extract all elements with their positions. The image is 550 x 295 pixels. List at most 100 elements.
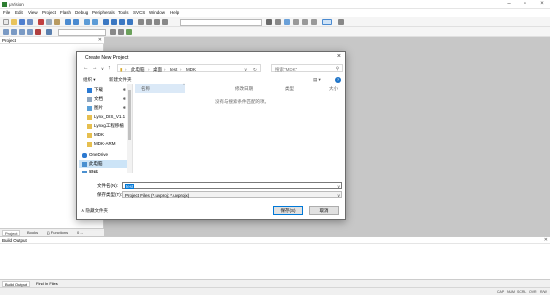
dropdown-icon[interactable]: ∨ — [244, 67, 247, 73]
uncomment-icon[interactable] — [162, 19, 168, 25]
open-file-icon[interactable] — [11, 19, 17, 25]
unindent-icon[interactable] — [146, 19, 152, 25]
column-type[interactable]: 类型 — [285, 86, 294, 92]
help-icon[interactable]: ? — [335, 77, 341, 83]
target-options-icon[interactable] — [110, 29, 116, 35]
comment-icon[interactable] — [154, 19, 160, 25]
stop-build-icon[interactable] — [35, 29, 41, 35]
navigate-forward-icon[interactable] — [92, 19, 98, 25]
find-in-files-icon[interactable] — [266, 19, 272, 25]
rebuild-icon[interactable] — [19, 29, 25, 35]
savetype-select[interactable]: Project Files (*.uvproj; *.uvprojx) ∨ — [122, 191, 342, 198]
incremental-find-icon[interactable] — [275, 19, 281, 25]
back-arrow-icon[interactable]: ← — [83, 65, 89, 71]
menu-edit[interactable]: Edit — [15, 10, 23, 15]
enable-breakpoint-icon[interactable] — [302, 19, 308, 25]
prev-bookmark-icon[interactable] — [111, 19, 117, 25]
menu-view[interactable]: View — [28, 10, 38, 15]
next-bookmark-icon[interactable] — [119, 19, 125, 25]
indent-icon[interactable] — [138, 19, 144, 25]
menu-svcs[interactable]: SVCS — [133, 10, 145, 15]
folder-icon: ▮ — [120, 66, 123, 72]
menu-debug[interactable]: Debug — [75, 10, 88, 15]
configure-icon[interactable] — [338, 19, 344, 25]
column-size[interactable]: 大小 — [329, 86, 338, 92]
navigate-back-icon[interactable] — [84, 19, 90, 25]
nav-scrollbar[interactable] — [127, 84, 132, 173]
close-icon[interactable]: × — [535, 0, 549, 9]
undo-icon[interactable] — [65, 19, 71, 25]
insert-breakpoint-icon[interactable] — [293, 19, 299, 25]
target-select[interactable] — [58, 28, 106, 36]
nav-item-lynxg[interactable]: Lynxg工程移植 — [79, 122, 129, 130]
window-layout-icon[interactable] — [322, 19, 332, 25]
document-icon — [87, 96, 92, 102]
nav-item-onedrive[interactable]: OneDrive — [79, 151, 129, 159]
breadcrumb-pc[interactable]: 此电脑 — [131, 67, 145, 73]
nav-item-this-pc[interactable]: 此电脑 — [79, 160, 129, 168]
manage-components-icon[interactable] — [126, 29, 132, 35]
download-to-flash-icon[interactable] — [46, 29, 52, 35]
menu-project[interactable]: Project — [42, 10, 56, 15]
column-date[interactable]: 修改日期 — [235, 86, 253, 92]
new-folder-button[interactable]: 新建文件夹 — [109, 77, 132, 83]
save-button[interactable]: 保存(S) — [273, 206, 303, 215]
file-extensions-icon[interactable] — [118, 29, 124, 35]
scrollbar-thumb[interactable] — [128, 90, 131, 140]
column-name[interactable]: 名称 — [141, 86, 150, 92]
organize-menu[interactable]: 组织 ▾ — [83, 77, 96, 83]
recent-dropdown-icon[interactable]: ∨ — [101, 66, 104, 71]
menu-peripherals[interactable]: Peripherals — [92, 10, 115, 15]
up-arrow-icon[interactable]: ↑ — [108, 65, 111, 71]
nav-item-documents[interactable]: 文档 ✱ — [79, 95, 129, 103]
cancel-button[interactable]: 取消 — [309, 206, 339, 215]
dialog-close-icon[interactable]: × — [337, 53, 341, 60]
refresh-icon[interactable]: ↻ — [253, 67, 257, 73]
build-icon[interactable] — [11, 29, 17, 35]
pane-close-icon[interactable]: ✕ — [98, 37, 102, 43]
menu-tools[interactable]: Tools — [118, 10, 129, 15]
nav-item-network[interactable]: 网络 — [79, 169, 129, 173]
nav-item-mdk-arm[interactable]: MDK-ARM — [79, 140, 129, 148]
filename-input[interactable]: test ∨ — [122, 182, 342, 189]
new-file-icon[interactable] — [3, 19, 9, 25]
find-combo[interactable] — [180, 18, 262, 26]
paste-icon[interactable] — [54, 19, 60, 25]
dropdown-icon[interactable]: ∨ — [337, 184, 340, 190]
breadcrumb-desktop[interactable]: 桌面 — [153, 67, 162, 73]
minimize-icon[interactable]: – — [502, 0, 516, 9]
bookmark-icon[interactable] — [103, 19, 109, 25]
menu-help[interactable]: Help — [170, 10, 179, 15]
clear-bookmarks-icon[interactable] — [127, 19, 133, 25]
nav-item-label: MDK-ARM — [94, 141, 116, 146]
build-toolbar — [0, 27, 550, 37]
view-options-icon[interactable]: ▤ ▾ — [313, 77, 321, 83]
menu-file[interactable]: File — [3, 10, 10, 15]
address-bar[interactable]: ▮ › 此电脑 › 桌面 › test › MDK ∨ ↻ — [117, 64, 261, 72]
copy-icon[interactable] — [46, 19, 52, 25]
menu-window[interactable]: Window — [149, 10, 165, 15]
breadcrumb-test[interactable]: test — [170, 67, 177, 72]
folder-icon — [87, 141, 92, 147]
nav-item-mdk[interactable]: MDK — [79, 131, 129, 139]
hide-folders-toggle[interactable]: ∧ 隐藏文件夹 — [81, 208, 108, 214]
save-all-icon[interactable] — [27, 19, 33, 25]
menu-flash[interactable]: Flash — [60, 10, 71, 15]
maximize-icon[interactable]: ▫ — [518, 0, 532, 9]
breadcrumb-mdk[interactable]: MDK — [186, 67, 196, 72]
nav-item-downloads[interactable]: 下载 ✱ — [79, 86, 129, 94]
dropdown-icon[interactable]: ∨ — [337, 193, 340, 199]
debug-session-icon[interactable] — [284, 19, 290, 25]
nav-item-pictures[interactable]: 图片 ✱ — [79, 104, 129, 112]
cut-icon[interactable] — [38, 19, 44, 25]
kill-breakpoints-icon[interactable] — [311, 19, 317, 25]
redo-icon[interactable] — [73, 19, 79, 25]
save-icon[interactable] — [19, 19, 25, 25]
forward-arrow-icon[interactable]: → — [92, 65, 98, 71]
search-input[interactable]: 搜索"MDK" ⚲ — [271, 64, 343, 72]
nav-item-lynx-dis[interactable]: Lynx_DIS_V1.1 — [79, 113, 129, 121]
file-list[interactable]: 名称 修改日期 类型 大小 ^ — [135, 82, 343, 173]
pane-close-icon[interactable]: ✕ — [544, 237, 548, 243]
translate-icon[interactable] — [3, 29, 9, 35]
batch-build-icon[interactable] — [27, 29, 33, 35]
